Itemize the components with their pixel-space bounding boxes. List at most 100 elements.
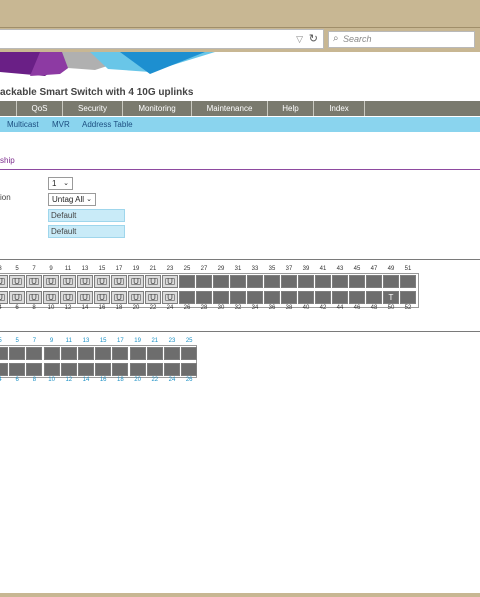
port-19-button[interactable] <box>129 347 146 360</box>
port-number-label: 22 <box>149 305 157 311</box>
port-13-button[interactable] <box>78 347 94 360</box>
port-50-button[interactable]: T <box>383 291 399 304</box>
port-10-button[interactable] <box>43 363 60 376</box>
subnav-item-address-table[interactable]: Address Table <box>82 117 133 132</box>
port-8-button[interactable] <box>26 363 43 376</box>
port-40-button[interactable] <box>298 291 314 304</box>
port-11-button[interactable] <box>60 347 77 360</box>
group-operation-field[interactable]: Default <box>48 209 125 222</box>
port-4-button[interactable]: U <box>0 291 8 304</box>
port-number-label: 51 <box>404 266 412 272</box>
port-8-button[interactable]: U <box>26 291 42 304</box>
port-17-button[interactable]: U <box>111 275 127 288</box>
port-6-button[interactable]: U <box>9 291 25 304</box>
port-27-button[interactable] <box>196 275 212 288</box>
port-44-button[interactable] <box>332 291 348 304</box>
port-47-button[interactable] <box>366 275 382 288</box>
port-25-button[interactable] <box>181 347 198 360</box>
search-input[interactable]: ⌕ Search <box>328 31 475 48</box>
port-9-button[interactable]: U <box>43 275 59 288</box>
port-48-button[interactable] <box>366 291 382 304</box>
url-bar[interactable]: ▽ ↻ <box>0 29 324 49</box>
subnav-item-mvr[interactable]: MVR <box>52 117 70 132</box>
nav-item-monitoring[interactable]: Monitoring <box>123 101 192 116</box>
port-18-button[interactable]: U <box>111 291 127 304</box>
vlan-name-field[interactable]: Default <box>48 225 125 238</box>
port-22-button[interactable] <box>146 363 163 376</box>
port-26-button[interactable] <box>181 363 198 376</box>
port-38-button[interactable] <box>281 291 297 304</box>
port-28-button[interactable] <box>196 291 212 304</box>
port-13-button[interactable]: U <box>77 275 93 288</box>
port-15-button[interactable] <box>95 347 112 360</box>
port-16-button[interactable]: U <box>94 291 110 304</box>
port-24-button[interactable]: U <box>162 291 178 304</box>
nav-item-system[interactable] <box>0 101 17 116</box>
nav-item-maintenance[interactable]: Maintenance <box>192 101 268 116</box>
port-31-button[interactable] <box>230 275 246 288</box>
port-26-button[interactable] <box>179 291 195 304</box>
vlan-id-value: 1 <box>52 179 57 188</box>
port-7-button[interactable]: U <box>26 275 42 288</box>
vlan-id-select[interactable]: 1 ⌄ <box>48 177 73 190</box>
product-title: ackable Smart Switch with 4 10G uplinks <box>0 87 194 98</box>
port-20-button[interactable] <box>129 363 146 376</box>
port-24-button[interactable] <box>164 363 180 376</box>
port-52-button[interactable] <box>400 291 416 304</box>
port-3-button[interactable]: U <box>0 275 8 288</box>
port-18-button[interactable] <box>112 363 129 376</box>
port-12-button[interactable]: U <box>60 291 76 304</box>
port-5-button[interactable] <box>9 347 26 360</box>
port-30-button[interactable] <box>213 291 229 304</box>
port-41-button[interactable] <box>315 275 331 288</box>
port-29-button[interactable] <box>213 275 229 288</box>
port-12-button[interactable] <box>60 363 77 376</box>
port-37-button[interactable] <box>281 275 297 288</box>
port-51-button[interactable] <box>400 275 416 288</box>
port-20-button[interactable]: U <box>128 291 144 304</box>
port-34-button[interactable] <box>247 291 263 304</box>
port-23-button[interactable]: U <box>162 275 178 288</box>
port-32-button[interactable] <box>230 291 246 304</box>
port-7-button[interactable] <box>26 347 43 360</box>
nav-item-security[interactable]: Security <box>63 101 123 116</box>
port-33-button[interactable] <box>247 275 263 288</box>
subnav-item-multicast[interactable]: Multicast <box>7 117 39 132</box>
port-49-button[interactable] <box>383 275 399 288</box>
port-number-label: 39 <box>302 266 310 272</box>
port-25-button[interactable] <box>179 275 195 288</box>
port-23-button[interactable] <box>164 347 180 360</box>
tag-all-select[interactable]: Untag All ⌄ <box>48 193 96 206</box>
port-5-button[interactable]: U <box>9 275 25 288</box>
reload-icon[interactable]: ↻ <box>309 32 318 45</box>
port-45-button[interactable] <box>349 275 365 288</box>
port-36-button[interactable] <box>264 291 280 304</box>
port-17-button[interactable] <box>112 347 129 360</box>
port-4-button[interactable] <box>0 363 8 376</box>
nav-item-index[interactable]: Index <box>314 101 365 116</box>
port-number-label: 52 <box>404 305 412 311</box>
port-membership-value: U <box>0 277 3 286</box>
port-15-button[interactable]: U <box>94 275 110 288</box>
port-16-button[interactable] <box>95 363 112 376</box>
port-46-button[interactable] <box>349 291 365 304</box>
nav-item-help[interactable]: Help <box>268 101 314 116</box>
port-43-button[interactable] <box>332 275 348 288</box>
port-5-button[interactable] <box>0 347 8 360</box>
port-10-button[interactable]: U <box>43 291 59 304</box>
port-14-button[interactable] <box>78 363 94 376</box>
tab-membership[interactable]: ship <box>0 156 15 165</box>
port-21-button[interactable] <box>146 347 163 360</box>
port-14-button[interactable]: U <box>77 291 93 304</box>
port-39-button[interactable] <box>298 275 314 288</box>
port-9-button[interactable] <box>43 347 60 360</box>
port-42-button[interactable] <box>315 291 331 304</box>
port-22-button[interactable]: U <box>145 291 161 304</box>
port-11-button[interactable]: U <box>60 275 76 288</box>
port-21-button[interactable]: U <box>145 275 161 288</box>
port-19-button[interactable]: U <box>128 275 144 288</box>
chevron-down-icon[interactable]: ▽ <box>296 34 303 45</box>
port-6-button[interactable] <box>9 363 26 376</box>
nav-item-qos[interactable]: QoS <box>17 101 63 116</box>
port-35-button[interactable] <box>264 275 280 288</box>
